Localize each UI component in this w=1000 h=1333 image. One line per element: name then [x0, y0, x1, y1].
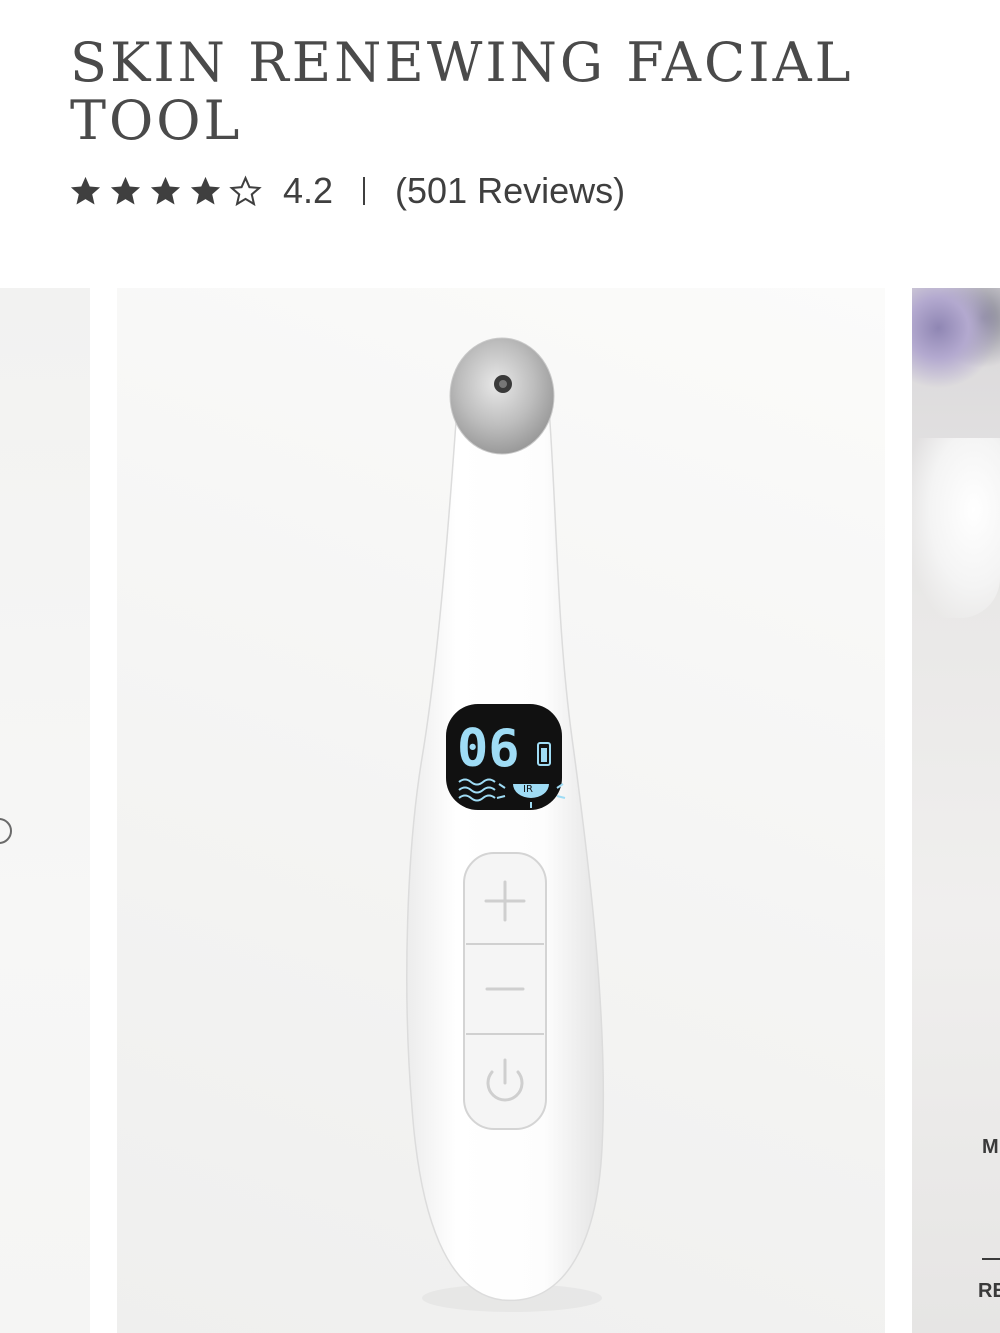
product-image-main: 06 IR — [117, 288, 885, 1333]
star-outline-icon — [229, 175, 262, 206]
star-filled-icon — [110, 176, 141, 204]
product-image-carousel[interactable]: 06 IR M RE — [0, 288, 1000, 1333]
facial-tool-illustration: 06 IR — [406, 337, 605, 1312]
next-slide-peek[interactable]: M RE — [912, 288, 1000, 1333]
rating-value: 4.2 — [283, 170, 334, 211]
cream-jar-image — [912, 438, 1000, 618]
device-display-digits: 06 — [457, 719, 520, 779]
circle-icon — [0, 818, 12, 844]
star-filled-icon — [70, 176, 101, 204]
minus-button — [464, 945, 546, 1033]
power-button — [464, 1035, 546, 1129]
reviews-link[interactable]: (501 Reviews) — [395, 170, 625, 212]
product-title: SKIN RENEWING FACIAL TOOL — [70, 31, 854, 152]
star-rating — [68, 174, 263, 209]
previous-slide-peek[interactable] — [0, 288, 90, 1333]
next-slide-text-line2: RE — [978, 1280, 1000, 1302]
rating-summary[interactable]: 4.2 (501 Reviews) — [68, 168, 625, 214]
flower-image — [912, 288, 1000, 388]
next-slide-text-line1: M — [982, 1136, 999, 1158]
next-slide-divider — [982, 1258, 1000, 1260]
star-filled-icon — [190, 176, 221, 204]
rating-divider — [363, 177, 366, 205]
star-filled-icon — [150, 176, 181, 204]
plus-button — [464, 853, 546, 943]
device-display-mode: IR — [523, 784, 533, 795]
